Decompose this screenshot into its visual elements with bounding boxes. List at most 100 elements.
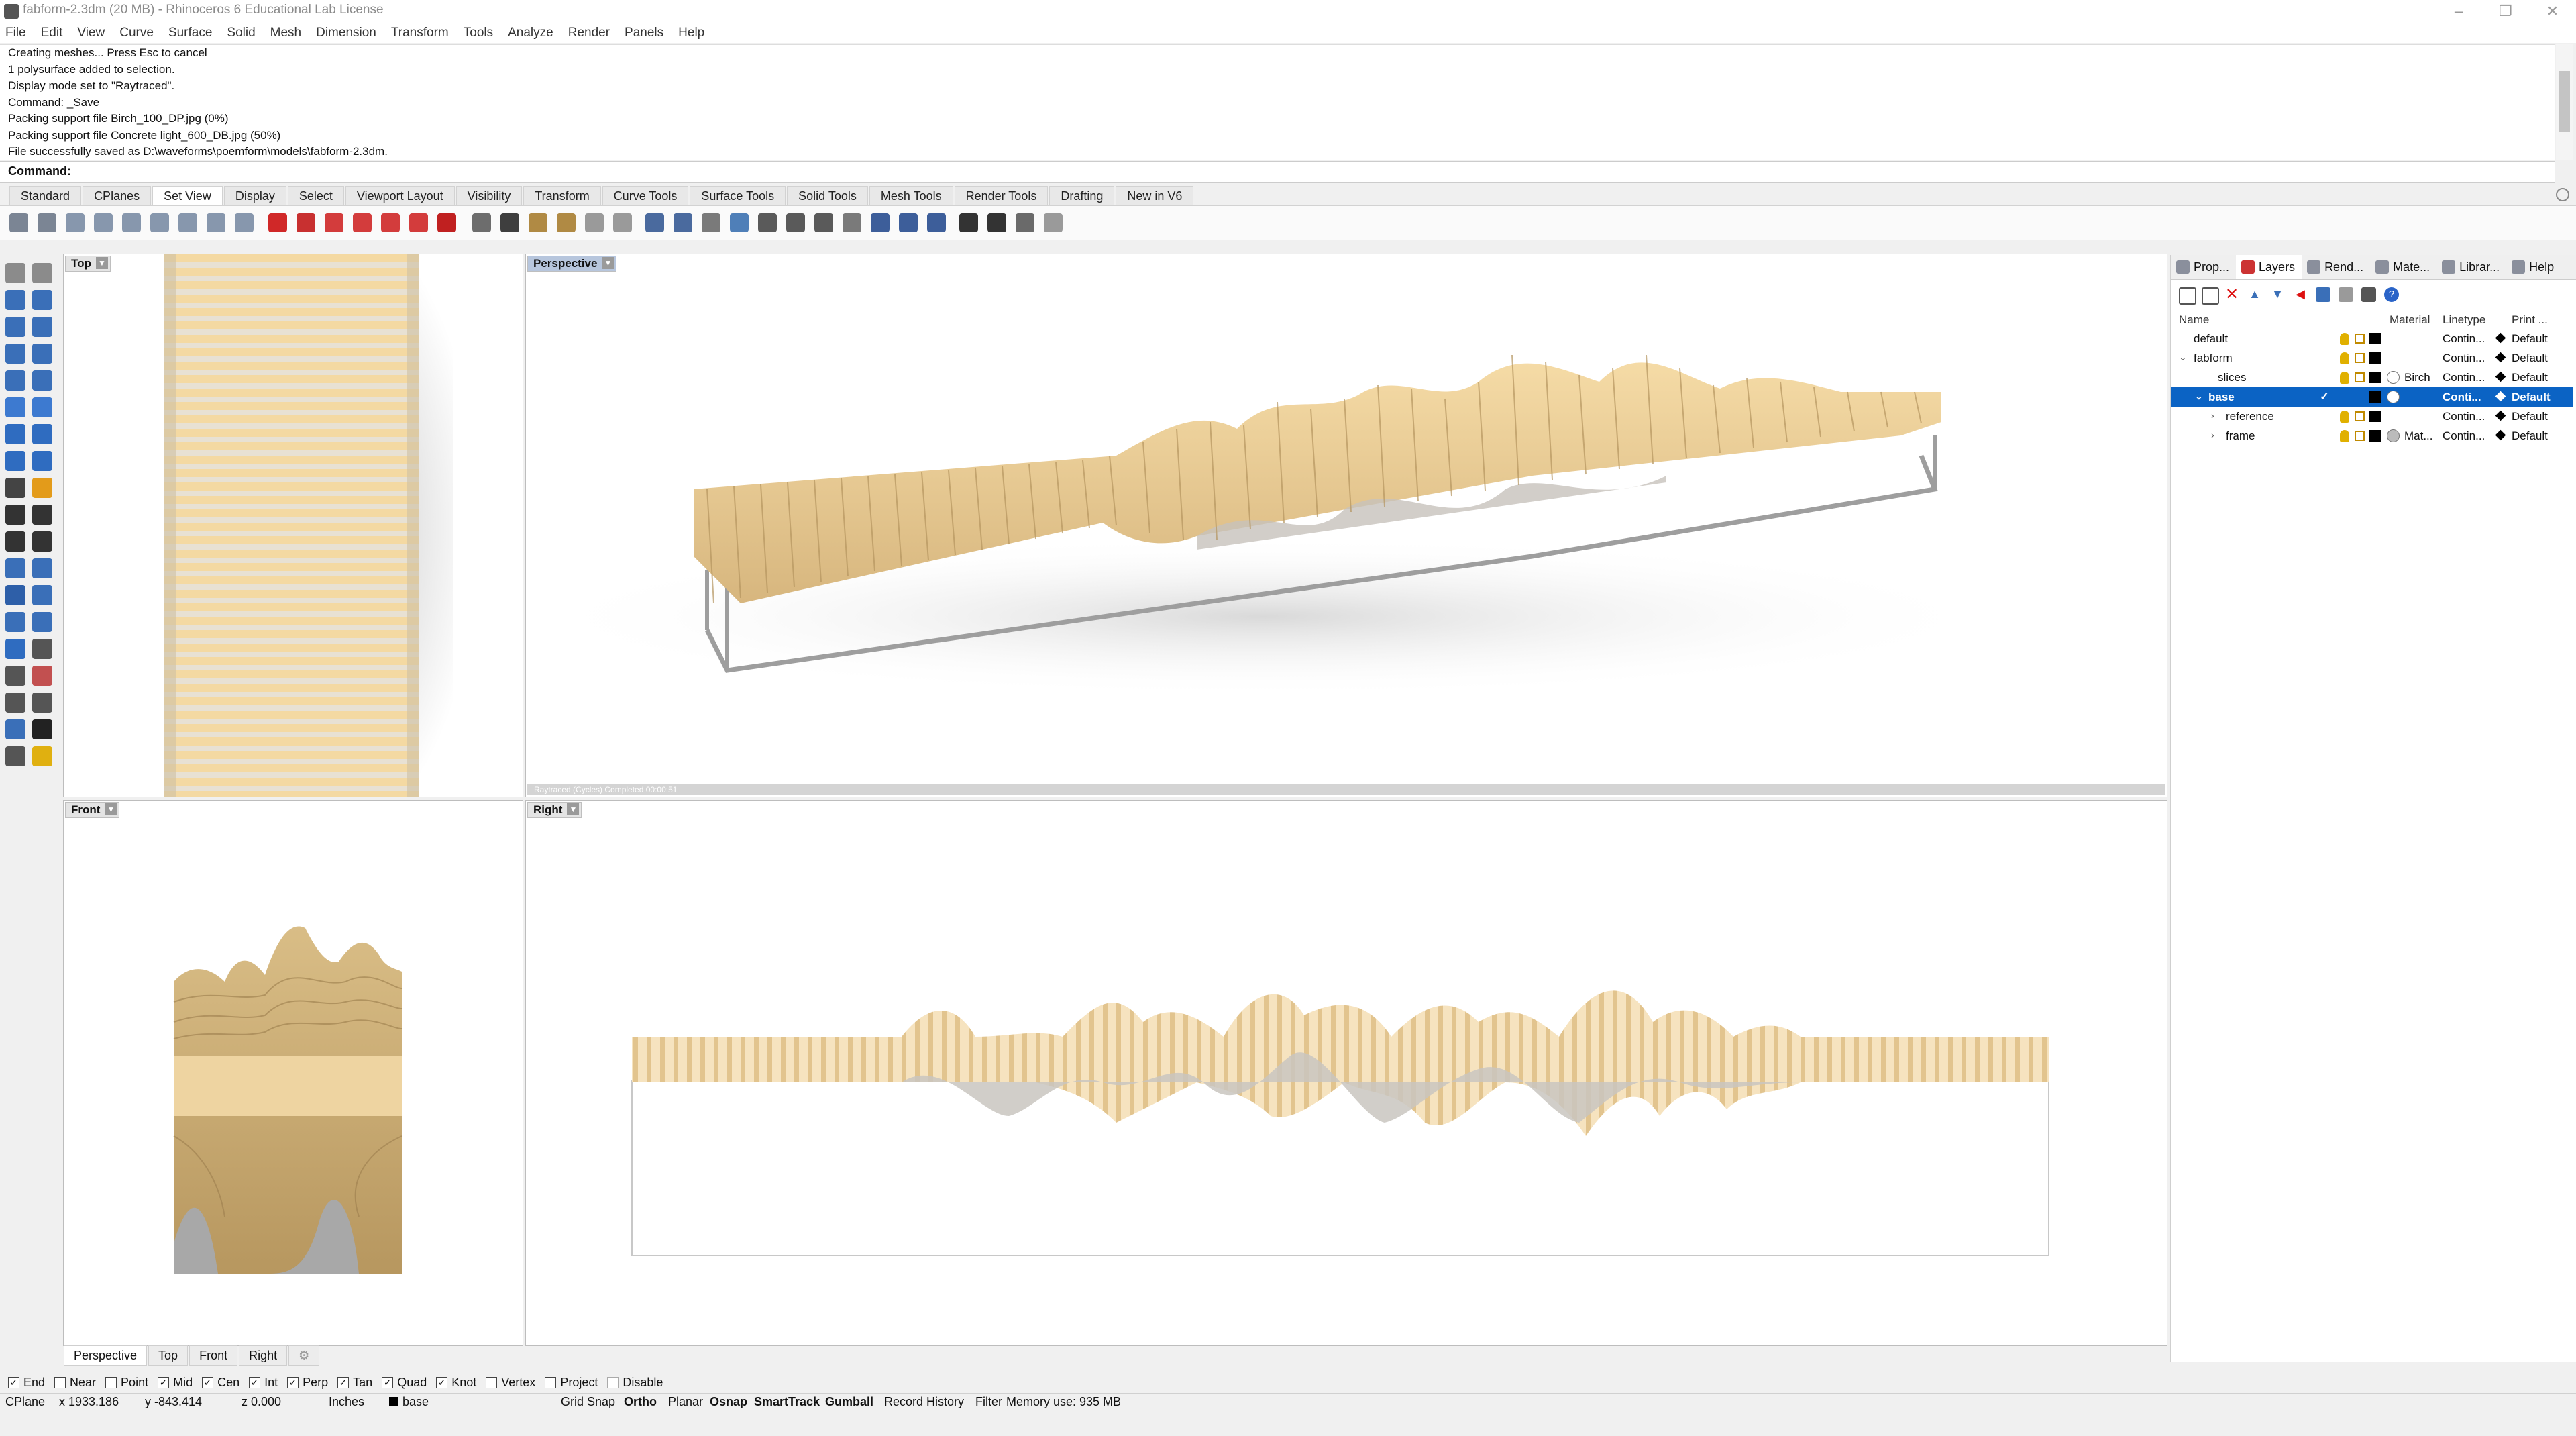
filter-toggle[interactable]: Filter: [975, 1395, 1002, 1409]
view-cube-icon[interactable]: [702, 213, 720, 232]
lock-icon[interactable]: [2355, 334, 2365, 344]
osnap-checkbox[interactable]: ✓: [202, 1376, 214, 1388]
current-layer-check-icon[interactable]: ✓: [2320, 390, 2329, 403]
panel-tab-materials[interactable]: Mate...: [2370, 260, 2436, 274]
osnap-cen[interactable]: ✓ Cen: [202, 1376, 239, 1390]
collapse-chevron-icon[interactable]: ⌄: [2179, 352, 2187, 363]
layer-color-swatch[interactable]: [2369, 411, 2381, 422]
print-color-icon[interactable]: [2495, 410, 2506, 421]
viewport-menu-arrow-icon[interactable]: ▼: [567, 803, 580, 815]
front-viewport[interactable]: Front ▼: [63, 800, 523, 1346]
menu-help[interactable]: Help: [678, 25, 704, 40]
explode-icon[interactable]: [32, 478, 52, 498]
gumball-toggle[interactable]: Gumball: [825, 1395, 873, 1409]
toolbar-settings-icon[interactable]: [2556, 188, 2569, 201]
osnap-end[interactable]: ✓ End: [8, 1376, 45, 1390]
osnap-checkbox[interactable]: [105, 1376, 117, 1388]
smarttrack-toggle[interactable]: SmartTrack: [754, 1395, 820, 1409]
filter-icon[interactable]: [2316, 287, 2330, 302]
new-layer-icon[interactable]: [2179, 287, 2196, 305]
panel-tab-help[interactable]: Help: [2506, 260, 2561, 274]
move-icon[interactable]: [32, 585, 52, 605]
viewport-tab-front[interactable]: Front: [189, 1345, 238, 1366]
right-viewport-title[interactable]: Right ▼: [527, 802, 582, 818]
block-icon[interactable]: [5, 719, 25, 739]
ortho-toggle[interactable]: Ortho: [624, 1395, 657, 1409]
osnap-checkbox[interactable]: ✓: [287, 1376, 299, 1388]
top-viewport[interactable]: Top ▼: [63, 254, 523, 797]
tab-set-view[interactable]: Set View: [152, 186, 223, 205]
add-viewport-tab-icon[interactable]: ⚙: [288, 1345, 320, 1366]
command-history[interactable]: Creating meshes... Press Esc to cancel 1…: [0, 44, 2555, 160]
surface-from-points-icon[interactable]: [5, 397, 25, 417]
tab-viewport-layout[interactable]: Viewport Layout: [345, 186, 455, 205]
zoom-extents-icon[interactable]: [94, 213, 113, 232]
top-viewport-title[interactable]: Top ▼: [65, 256, 111, 272]
move-to-parent-icon[interactable]: ◀: [2293, 287, 2308, 302]
boolean-union-icon[interactable]: [5, 478, 25, 498]
zoom-dynamic-icon[interactable]: [66, 213, 85, 232]
swap-view-icon[interactable]: [674, 213, 692, 232]
orthogonal-icon[interactable]: [786, 213, 805, 232]
cylinder-icon[interactable]: [5, 451, 25, 471]
tab-transform[interactable]: Transform: [523, 186, 601, 205]
tab-cplanes[interactable]: CPlanes: [83, 186, 152, 205]
move-up-icon[interactable]: ▲: [2247, 287, 2262, 302]
zoom-out-icon[interactable]: [207, 213, 225, 232]
rotate-icon[interactable]: [32, 612, 52, 632]
viewport-tab-right[interactable]: Right: [239, 1345, 288, 1366]
tab-curve-tools[interactable]: Curve Tools: [602, 186, 689, 205]
osnap-checkbox[interactable]: ✓: [382, 1376, 394, 1388]
menu-analyze[interactable]: Analyze: [508, 25, 553, 40]
lens-length-icon[interactable]: [585, 213, 604, 232]
viewport-menu-arrow-icon[interactable]: ▼: [95, 257, 108, 269]
target-view-icon[interactable]: [613, 213, 632, 232]
menu-view[interactable]: View: [77, 25, 105, 40]
osnap-checkbox[interactable]: [486, 1376, 498, 1388]
light-icon[interactable]: [32, 746, 52, 766]
units-label[interactable]: Inches: [329, 1395, 364, 1409]
osnap-checkbox[interactable]: ✓: [249, 1376, 261, 1388]
osnap-perp[interactable]: ✓ Perp: [287, 1376, 328, 1390]
fillet-edge-icon[interactable]: [5, 558, 25, 578]
osnap-checkbox[interactable]: ✓: [8, 1376, 19, 1388]
print-color-icon[interactable]: [2495, 391, 2506, 402]
collapse-chevron-icon[interactable]: ⌄: [2195, 391, 2203, 402]
rotate-360-icon[interactable]: [959, 213, 978, 232]
layer-row-slices[interactable]: slices Birch Contin... Default: [2171, 368, 2573, 387]
cplane-label[interactable]: CPlane: [5, 1395, 45, 1409]
visible-bulb-icon[interactable]: [2340, 372, 2349, 384]
lock-icon[interactable]: [2355, 372, 2365, 382]
split-icon[interactable]: [32, 505, 52, 525]
layer-color-swatch[interactable]: [2369, 333, 2381, 344]
command-line[interactable]: Command:: [0, 161, 2555, 183]
viewport-tab-perspective[interactable]: Perspective: [64, 1345, 148, 1366]
layer-color-swatch[interactable]: [2369, 372, 2381, 383]
layer-row-base[interactable]: ⌄ base ✓ Conti... Default: [2171, 387, 2573, 407]
left-view-icon[interactable]: [409, 213, 428, 232]
expand-chevron-icon[interactable]: ›: [2211, 410, 2214, 421]
select-arrow-icon[interactable]: [5, 263, 25, 283]
zoom-selected-icon[interactable]: [150, 213, 169, 232]
visible-bulb-icon[interactable]: [2340, 430, 2349, 442]
osnap-knot[interactable]: ✓ Knot: [436, 1376, 476, 1390]
roll-view-icon[interactable]: [927, 213, 946, 232]
lock-icon[interactable]: [2355, 411, 2365, 421]
menu-mesh[interactable]: Mesh: [270, 25, 301, 40]
layer-states-icon[interactable]: [2339, 287, 2353, 302]
plan-view-icon[interactable]: [529, 213, 547, 232]
osnap-checkbox[interactable]: ✓: [436, 1376, 448, 1388]
osnap-point[interactable]: Point: [105, 1376, 148, 1390]
tab-render-tools[interactable]: Render Tools: [954, 186, 1049, 205]
join-icon[interactable]: [5, 531, 25, 552]
right-view-icon[interactable]: [353, 213, 372, 232]
material-swatch-icon[interactable]: [2387, 391, 2400, 403]
polyline-icon[interactable]: [5, 290, 25, 310]
osnap-vertex[interactable]: Vertex: [486, 1376, 535, 1390]
sphere-icon[interactable]: [32, 424, 52, 444]
tilt-view-icon[interactable]: [814, 213, 833, 232]
analyze-icon[interactable]: [32, 666, 52, 686]
osnap-project[interactable]: Project: [545, 1376, 598, 1390]
menu-surface[interactable]: Surface: [168, 25, 212, 40]
osnap-checkbox[interactable]: ✓: [158, 1376, 170, 1388]
